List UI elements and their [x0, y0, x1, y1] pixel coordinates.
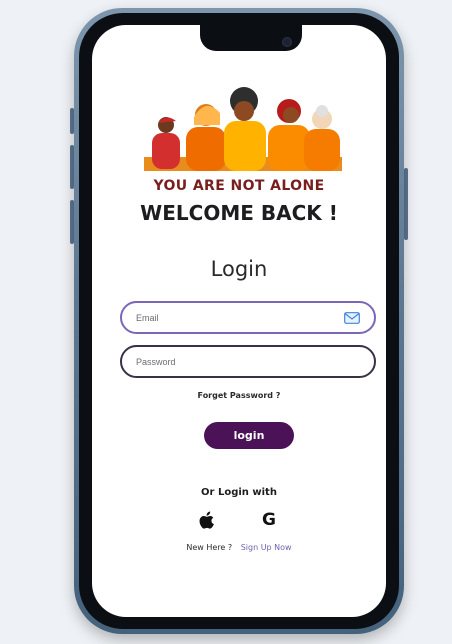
signup-row: New Here ? Sign Up Now [92, 543, 386, 552]
signup-link[interactable]: Sign Up Now [241, 543, 292, 552]
page-title: Login [210, 257, 268, 281]
email-field[interactable] [134, 311, 344, 324]
password-field-container [120, 345, 376, 378]
login-screen: YOU ARE NOT ALONE WELCOME BACK ! Login F… [92, 25, 386, 617]
tagline: YOU ARE NOT ALONE [153, 178, 325, 194]
apple-icon [199, 511, 214, 529]
password-field[interactable] [134, 355, 360, 368]
camera-icon [282, 37, 292, 47]
power-button [404, 168, 408, 240]
google-icon: G [262, 510, 276, 530]
page-background: YOU ARE NOT ALONE WELCOME BACK ! Login F… [0, 0, 452, 644]
signup-prompt: New Here ? [186, 543, 233, 552]
welcome-heading: WELCOME BACK ! [140, 201, 338, 225]
phone-bezel: YOU ARE NOT ALONE WELCOME BACK ! Login F… [79, 13, 399, 629]
login-button[interactable]: login [204, 422, 294, 449]
group-of-people-illustration [144, 87, 342, 171]
apple-login-button[interactable] [196, 509, 218, 531]
mail-icon [344, 311, 360, 324]
phone-screen: YOU ARE NOT ALONE WELCOME BACK ! Login F… [92, 25, 386, 617]
phone-frame: YOU ARE NOT ALONE WELCOME BACK ! Login F… [74, 8, 404, 634]
forgot-password-link[interactable]: Forget Password ? [92, 391, 386, 400]
google-login-button[interactable]: G [258, 509, 280, 531]
email-field-container [120, 301, 376, 334]
social-login-heading: Or Login with [201, 487, 277, 498]
